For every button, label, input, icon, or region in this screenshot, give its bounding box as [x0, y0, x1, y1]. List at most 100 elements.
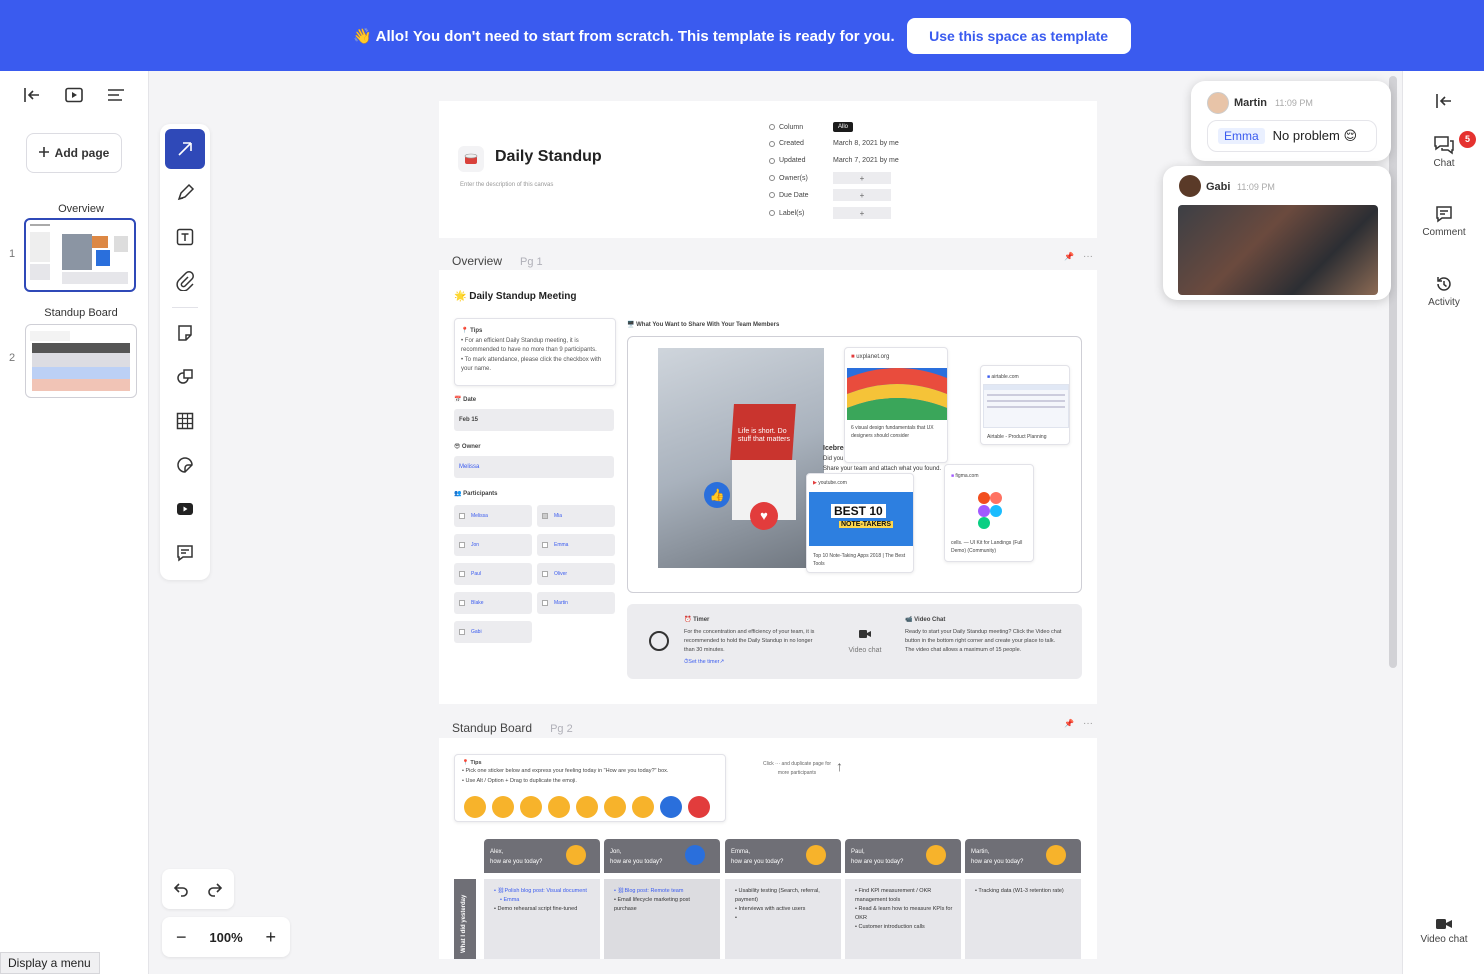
emoji-tongue-icon[interactable] [464, 796, 486, 818]
emoji-smile-icon[interactable] [806, 845, 826, 865]
document-header-card: Daily Standup Enter the description of t… [439, 101, 1097, 238]
comment-button[interactable]: Comment [1403, 204, 1484, 238]
participant-checkbox[interactable]: Emma [537, 534, 615, 556]
mood-column-emma[interactable]: • Usability testing (Search, referral, p… [725, 879, 841, 959]
pin-icon[interactable]: 📌 [1064, 719, 1074, 728]
participant-checkbox[interactable]: Paul [454, 563, 532, 585]
video-chat-launcher[interactable]: Video chat [843, 626, 887, 654]
meeting-title: 🌟 Daily Standup Meeting [454, 291, 577, 302]
collapse-sidebar-icon[interactable] [22, 85, 42, 105]
comment-card-gabi[interactable]: Gabi 11:09 PM [1163, 166, 1391, 300]
document-description[interactable]: Enter the description of this canvas [460, 182, 553, 188]
participant-checkbox[interactable]: Gabi [454, 621, 532, 643]
emoji-mask-icon[interactable] [1046, 845, 1066, 865]
text-tool[interactable] [165, 217, 205, 257]
emoji-tongue-icon[interactable] [566, 845, 586, 865]
page-thumbnail-overview[interactable] [24, 218, 136, 292]
chat-icon [1434, 136, 1454, 155]
link-card-airtable[interactable]: ■ airtable.com Airtable - Product Planni… [980, 365, 1070, 445]
mention-tag[interactable]: Emma [1218, 128, 1265, 144]
collapse-panel-button[interactable] [1403, 91, 1484, 114]
owner-field[interactable]: Melissa [454, 456, 614, 478]
airtable-icon: ■ [987, 374, 991, 380]
participant-checkbox[interactable]: Oliver [537, 563, 615, 585]
emoji-grin-icon[interactable] [520, 796, 542, 818]
board-tips-card: 📍 Tips • Pick one sticker below and expr… [454, 754, 726, 822]
page-number: 1 [9, 248, 16, 260]
mood-column-paul[interactable]: • Find KPI measurement / OKR management … [845, 879, 961, 959]
plus-icon [38, 146, 49, 160]
meta-row-due-date: Due Date + [769, 189, 891, 201]
stopwatch-icon[interactable] [649, 631, 669, 651]
link-card-youtube[interactable]: ▶ youtube.com BEST 10 NOTE-TAKERS Top 10… [806, 473, 914, 573]
more-options-icon[interactable]: ··· [1083, 251, 1093, 262]
column-tag[interactable]: Allo [833, 122, 854, 132]
participant-checkbox[interactable]: Melissa [454, 505, 532, 527]
link-card-figma[interactable]: ■ figma.com cells. — UI Kit for Landings… [944, 464, 1034, 562]
video-camera-icon [1436, 919, 1452, 929]
shapes-tool[interactable] [165, 357, 205, 397]
sticky-note-tool[interactable] [165, 313, 205, 353]
mood-column-jon[interactable]: • ⛓Blog post: Remote team • Email lifecy… [604, 879, 720, 959]
activity-button[interactable]: Activity [1403, 274, 1484, 308]
participant-checkbox[interactable]: Jon [454, 534, 532, 556]
created-icon [769, 140, 775, 147]
comment-card-martin[interactable]: Martin 11:09 PM Emma No problem 😌 [1191, 81, 1391, 161]
canvas-scrollbar[interactable] [1389, 76, 1397, 668]
outline-icon[interactable] [106, 85, 126, 105]
emoji-sad-icon[interactable] [548, 796, 570, 818]
page-thumbnail-standup-board[interactable] [25, 324, 137, 398]
emoji-sad-icon[interactable] [926, 845, 946, 865]
emoji-sick-icon[interactable] [604, 796, 626, 818]
overview-section-header[interactable]: Overview Pg 1 [452, 254, 543, 268]
owner-icon [769, 175, 775, 181]
chat-button[interactable]: Chat 5 [1403, 131, 1484, 169]
emoji-smile-icon[interactable] [492, 796, 514, 818]
calendar-photo[interactable]: Life is short. Do stuff that matters 👍 ♥ [658, 348, 824, 568]
mood-column-martin[interactable]: • Tracking data (W1-3 retention rate) [965, 879, 1081, 959]
emoji-angry-icon[interactable] [688, 796, 710, 818]
select-tool[interactable] [165, 129, 205, 169]
comment-icon [1436, 206, 1452, 223]
gif-attachment[interactable] [1178, 205, 1378, 295]
set-timer-link[interactable]: ⏱Set the timer↗ [684, 659, 724, 666]
mood-column-alex[interactable]: • ⛓Polish blog post: Visual document • E… [484, 879, 600, 959]
emoji-frown-icon[interactable] [576, 796, 598, 818]
add-page-button[interactable]: Add page [26, 133, 122, 173]
share-board[interactable]: Life is short. Do stuff that matters 👍 ♥… [627, 336, 1082, 593]
zoom-level[interactable]: 100% [209, 930, 242, 945]
participant-checkbox[interactable]: Mia [537, 505, 615, 527]
column-icon [769, 124, 775, 130]
pen-tool[interactable] [165, 173, 205, 213]
video-embed-tool[interactable] [165, 489, 205, 529]
add-owner-button[interactable]: + [833, 172, 891, 184]
date-field[interactable]: Feb 15 [454, 409, 614, 431]
add-label-button[interactable]: + [833, 207, 891, 219]
comment-tool[interactable] [165, 533, 205, 573]
duplicate-note: Click ··· and duplicate page for more pa… [762, 761, 832, 776]
participant-checkbox[interactable]: Martin [537, 592, 615, 614]
zoom-in-button[interactable]: + [265, 927, 276, 948]
redo-icon[interactable] [206, 880, 224, 903]
link-card-uxplanet[interactable]: ■ uxplanet.org 6 visual design fundament… [844, 347, 948, 463]
present-icon[interactable] [64, 85, 84, 105]
drawing-toolbar [160, 124, 210, 580]
document-title[interactable]: Daily Standup [495, 148, 602, 166]
add-due-date-button[interactable]: + [833, 189, 891, 201]
video-chat-button[interactable]: Video chat [1403, 917, 1484, 945]
emoji-h-icon[interactable] [660, 796, 682, 818]
emoji-mask-icon[interactable] [632, 796, 654, 818]
sticker-tool[interactable] [165, 445, 205, 485]
table-tool[interactable] [165, 401, 205, 441]
participant-checkbox[interactable]: Blake [454, 592, 532, 614]
more-options-icon[interactable]: ··· [1083, 718, 1093, 729]
attachment-tool[interactable] [165, 261, 205, 301]
zoom-out-button[interactable]: − [176, 927, 187, 948]
standup-board-section-header[interactable]: Standup Board Pg 2 [452, 721, 573, 735]
undo-icon[interactable] [172, 880, 190, 903]
emoji-stickers[interactable] [464, 796, 710, 818]
emoji-h-icon[interactable] [685, 845, 705, 865]
pin-icon[interactable]: 📌 [1064, 252, 1074, 261]
overview-page: 🌟 Daily Standup Meeting 📍 Tips • For an … [439, 270, 1097, 704]
use-template-button[interactable]: Use this space as template [906, 17, 1131, 54]
